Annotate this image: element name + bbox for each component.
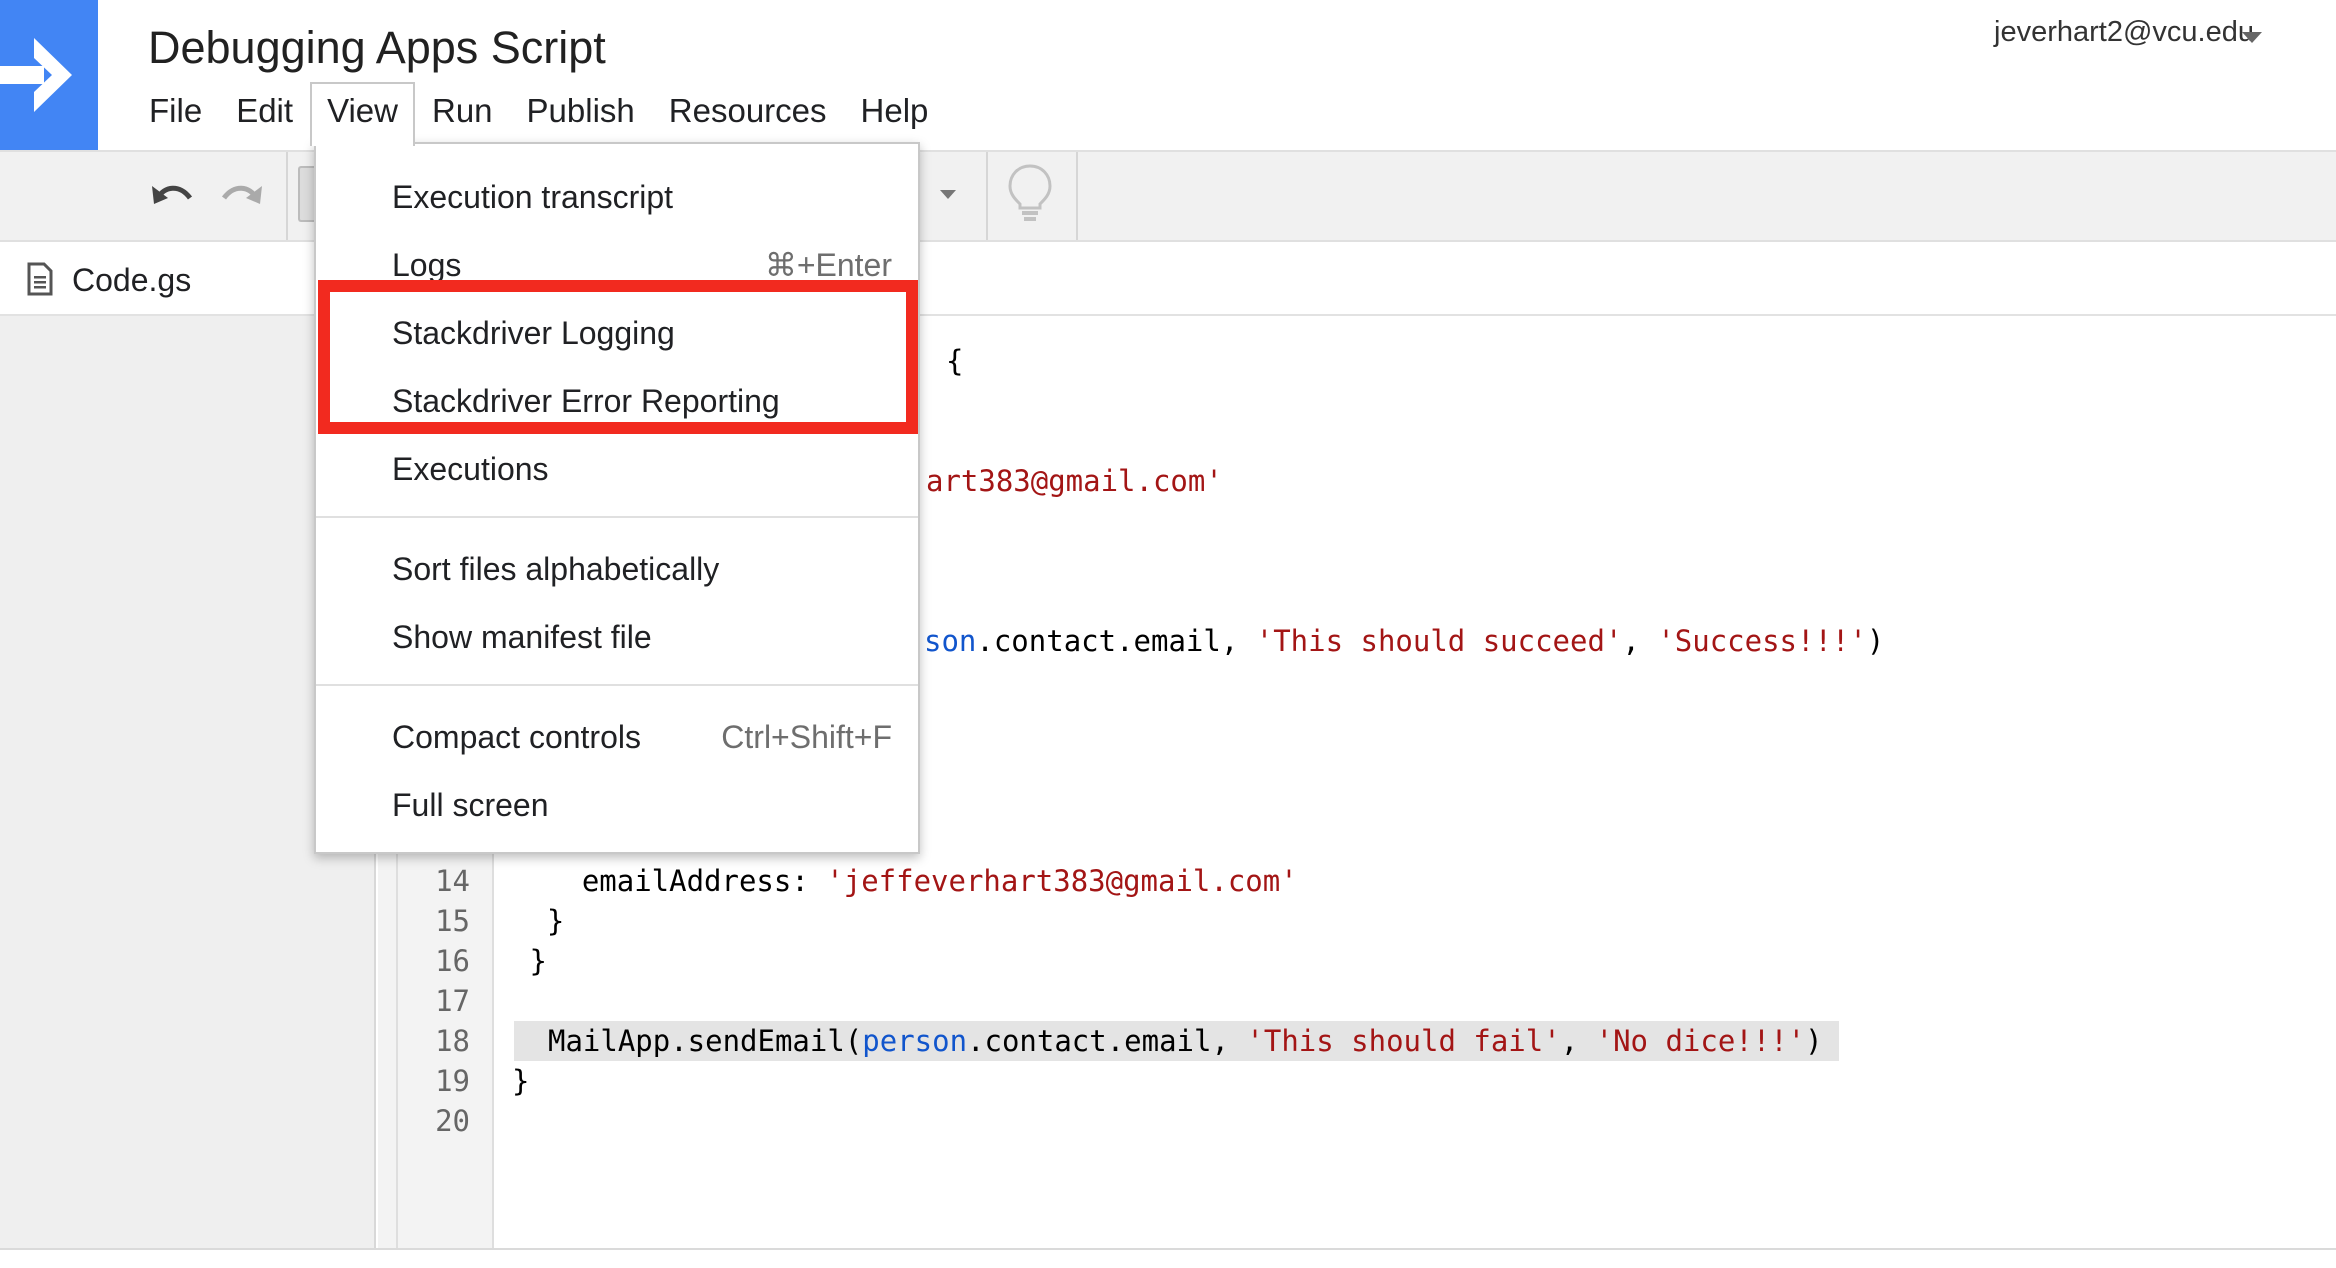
code-string: 'This should fail'	[1246, 1024, 1561, 1058]
code-text: .contact.email,	[976, 624, 1256, 658]
line-number: 15	[435, 904, 470, 938]
line-number: 17	[435, 984, 470, 1018]
toolbar-separator	[286, 152, 288, 240]
code-text: .contact.email,	[967, 1024, 1247, 1058]
bottom-border	[0, 1248, 2336, 1250]
menu-separator	[316, 516, 918, 518]
code-string: 'No dice!!!'	[1595, 1024, 1806, 1058]
dropdown-caret-icon[interactable]	[940, 190, 956, 199]
menu-publish[interactable]: Publish	[510, 82, 652, 142]
line-number: 18	[435, 1024, 470, 1058]
code-variable: person	[862, 1024, 968, 1058]
undo-icon[interactable]	[150, 176, 196, 216]
code-line-19: }	[512, 1064, 530, 1098]
menu-item-show-manifest[interactable]: Show manifest file	[392, 612, 652, 662]
menu-item-sort-files[interactable]: Sort files alphabetically	[392, 544, 719, 594]
line-number: 19	[435, 1064, 470, 1098]
code-variable: son	[924, 624, 977, 658]
code-line-15: }	[512, 904, 565, 938]
menu-separator	[316, 684, 918, 686]
menu-help[interactable]: Help	[844, 82, 946, 142]
account-email[interactable]: jeverhart2@vcu.edu	[1994, 16, 2254, 49]
code-text: emailAddress:	[512, 864, 827, 898]
code-text: )	[1805, 1024, 1823, 1058]
toolbar-separator	[986, 152, 988, 240]
annotation-highlight-box	[318, 280, 918, 434]
menu-item-execution-transcript[interactable]: Execution transcript	[392, 172, 673, 222]
code-string: 'Success!!!'	[1657, 624, 1867, 658]
file-name: Code.gs	[72, 262, 192, 298]
view-menu-dropdown: Execution transcript Logs ⌘+Enter Stackd…	[314, 142, 920, 854]
project-title[interactable]: Debugging Apps Script	[148, 22, 606, 74]
menu-edit[interactable]: Edit	[219, 82, 310, 142]
menu-bar: File Edit View Run Publish Resources Hel…	[132, 82, 946, 146]
file-icon	[27, 262, 53, 296]
line-number: 14	[435, 864, 470, 898]
code-fragment: son.contact.email, 'This should succeed'…	[924, 621, 1884, 661]
arrow-right-icon	[0, 38, 72, 112]
code-string: 'This should succeed'	[1255, 624, 1623, 658]
menu-resources[interactable]: Resources	[652, 82, 844, 142]
menu-file[interactable]: File	[132, 82, 219, 142]
line-number: 20	[435, 1104, 470, 1138]
code-text: ,	[1560, 1024, 1596, 1058]
code-fragment: {	[946, 344, 964, 378]
code-text: )	[1866, 624, 1885, 658]
toolbar-separator	[1076, 152, 1078, 240]
menu-item-full-screen[interactable]: Full screen	[392, 780, 549, 830]
menu-item-executions[interactable]: Executions	[392, 444, 549, 494]
line-number: 16	[435, 944, 470, 978]
code-line-14: emailAddress: 'jeffeverhart383@gmail.com…	[512, 861, 1298, 901]
shortcut-compact-controls: Ctrl+Shift+F	[721, 719, 892, 755]
code-fragment: art383@gmail.com'	[926, 464, 1223, 498]
menu-view[interactable]: View	[310, 82, 415, 146]
menu-item-compact-controls[interactable]: Compact controls	[392, 712, 641, 762]
lightbulb-icon[interactable]	[1006, 162, 1054, 222]
menu-run[interactable]: Run	[415, 82, 510, 142]
code-line-18: MailApp.sendEmail(person.contact.email, …	[514, 1021, 1839, 1061]
redo-icon[interactable]	[218, 176, 264, 216]
apps-script-logo[interactable]	[0, 0, 98, 150]
code-string: 'jeffeverhart383@gmail.com'	[826, 864, 1298, 898]
code-text: ,	[1622, 624, 1658, 658]
code-line-16: }	[512, 944, 547, 978]
code-text: MailApp.sendEmail(	[548, 1024, 863, 1058]
account-dropdown-caret-icon[interactable]	[2242, 32, 2262, 43]
